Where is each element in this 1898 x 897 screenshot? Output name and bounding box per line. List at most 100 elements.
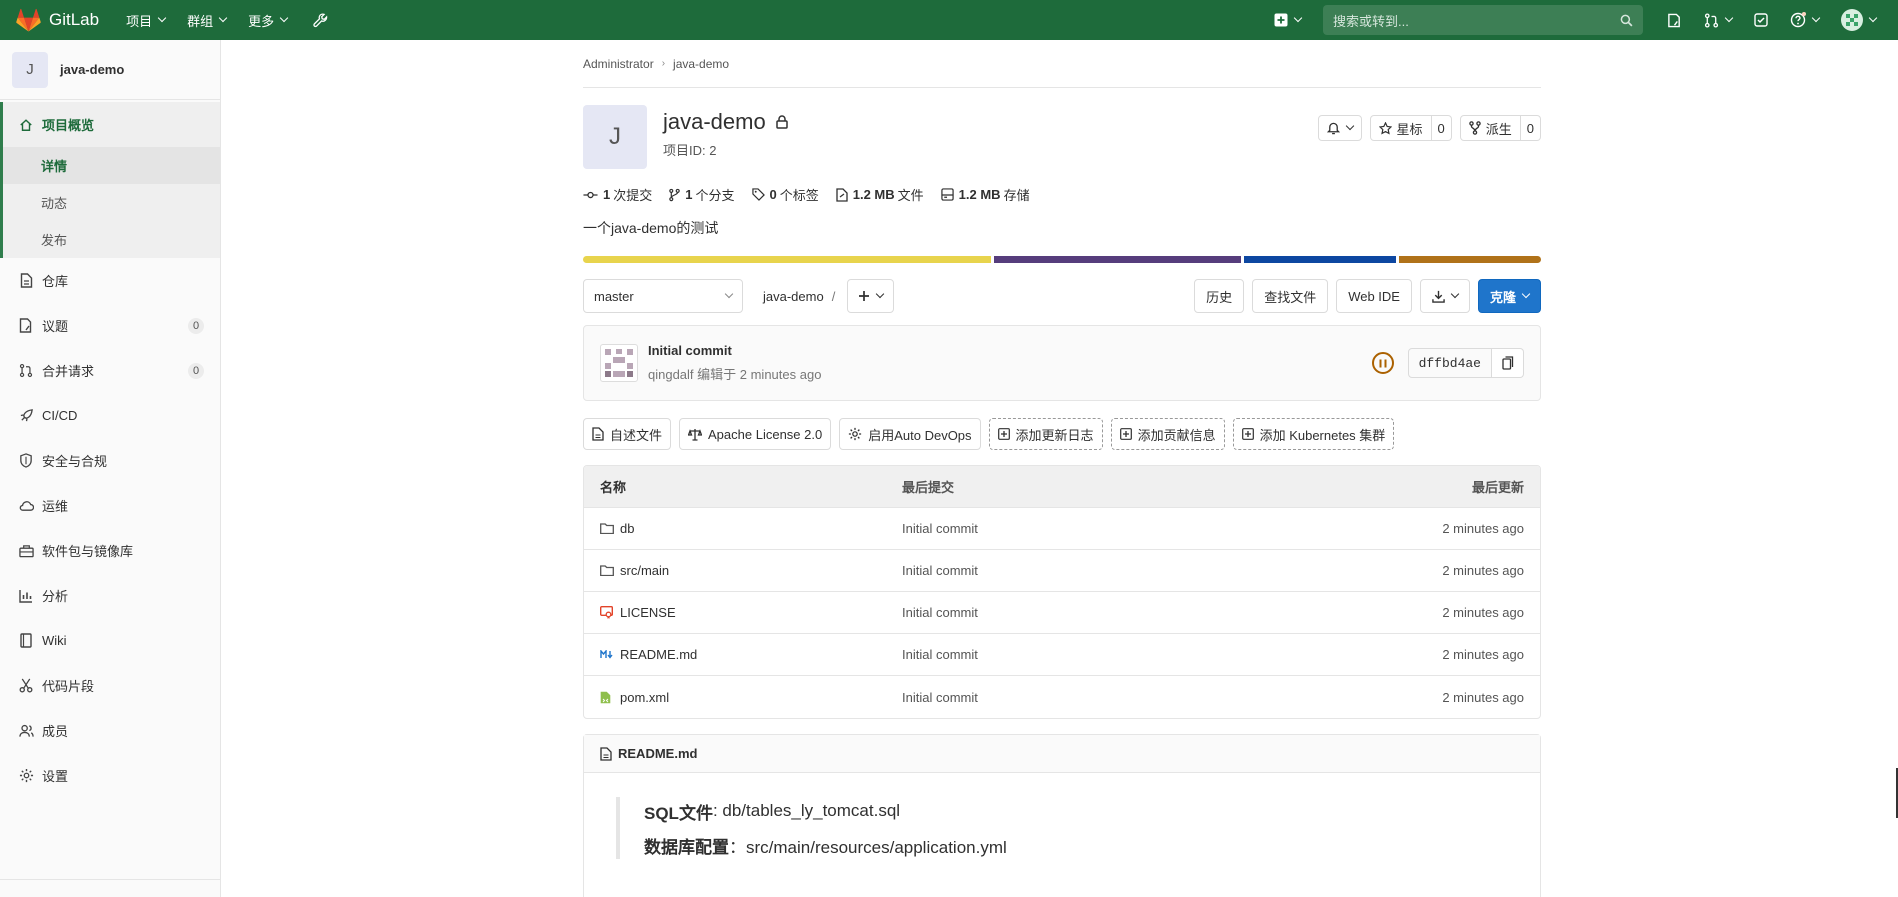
commit-author-avatar[interactable] (600, 344, 638, 382)
license-button[interactable]: Apache License 2.0 (679, 418, 832, 450)
add-contributing-button[interactable]: 添加贡献信息 (1110, 418, 1225, 450)
home-icon (18, 117, 34, 133)
sidebar-project-link[interactable]: J java-demo (0, 40, 220, 100)
file-name[interactable]: LICENSE (620, 605, 676, 620)
groups-menu-label: 群组 (187, 13, 214, 29)
admin-area-link[interactable] (313, 12, 328, 28)
stat-storage[interactable]: 1.2 MB 存储 (940, 185, 1030, 204)
web-ide-button[interactable]: Web IDE (1336, 279, 1412, 313)
readme-button[interactable]: 自述文件 (583, 418, 672, 450)
sidebar-item-operations[interactable]: 运维 (0, 483, 220, 528)
stat-files[interactable]: 1.2 MB 文件 (836, 185, 924, 204)
folder-icon (600, 523, 614, 534)
groups-menu[interactable]: 群组 (187, 11, 228, 30)
gitlab-logo-link[interactable]: GitLab (16, 8, 99, 32)
merge-requests-dropdown[interactable] (1704, 12, 1734, 28)
brand-name: GitLab (49, 10, 100, 29)
language-bar-segment[interactable] (1243, 256, 1396, 263)
stat-commits[interactable]: 1 次提交 (583, 185, 652, 204)
projects-menu[interactable]: 项目 (126, 11, 167, 30)
language-bar-segment[interactable] (1398, 256, 1541, 263)
file-last-commit[interactable]: Initial commit (902, 563, 1340, 578)
add-kubernetes-cluster-button[interactable]: 添加 Kubernetes 集群 (1232, 418, 1395, 450)
sidebar-item-merge-requests[interactable]: 合并请求 0 (0, 348, 220, 393)
stat-branches[interactable]: 1 个分支 (669, 185, 735, 204)
file-name[interactable]: README.md (620, 647, 697, 662)
breadcrumb-item-project[interactable]: java-demo (673, 57, 729, 71)
plus-square-icon (1119, 428, 1132, 440)
file-last-commit[interactable]: Initial commit (902, 521, 1340, 536)
sidebar-item-security[interactable]: 安全与合规 (0, 438, 220, 483)
todos-link[interactable] (1754, 13, 1768, 27)
breadcrumb-item-owner[interactable]: Administrator (583, 57, 654, 71)
more-menu[interactable]: 更多 (248, 11, 289, 30)
repository-language-bar[interactable] (583, 256, 1541, 263)
download-dropdown[interactable] (1419, 279, 1470, 313)
fork-count[interactable]: 0 (1520, 115, 1541, 141)
fork-button[interactable]: 派生 (1459, 115, 1521, 141)
commit-sha[interactable]: dffbd4ae (1407, 348, 1492, 378)
language-bar-segment[interactable] (994, 256, 1241, 263)
sidebar-item-cicd[interactable]: CI/CD (0, 393, 220, 438)
table-row[interactable]: LICENSE Initial commit 2 minutes ago (584, 592, 1540, 634)
project-stats: 1 次提交 1 个分支 0 个标签 1.2 MB 文件 1.2 MB 存储 (583, 185, 1541, 204)
readme-panel: README.md SQL文件: db/tables_ly_tomcat.sql… (583, 734, 1541, 897)
sidebar-item-packages[interactable]: 软件包与镜像库 (0, 528, 220, 573)
table-row[interactable]: pom.xml Initial commit 2 minutes ago (584, 676, 1540, 718)
pipeline-paused-icon[interactable] (1371, 352, 1394, 374)
file-name[interactable]: pom.xml (620, 690, 669, 705)
readme-filename[interactable]: README.md (618, 746, 697, 761)
auto-devops-button[interactable]: 启用Auto DevOps (839, 418, 981, 450)
stat-tags[interactable]: 0 个标签 (751, 185, 819, 204)
file-last-commit[interactable]: Initial commit (902, 605, 1340, 620)
notification-dropdown[interactable] (1317, 115, 1362, 141)
file-last-commit[interactable]: Initial commit (902, 647, 1340, 662)
star-count[interactable]: 0 (1431, 115, 1452, 141)
sidebar-item-repository[interactable]: 仓库 (0, 258, 220, 303)
file-last-commit[interactable]: Initial commit (902, 690, 1340, 705)
sidebar-subitem-details[interactable]: 详情 (3, 147, 220, 184)
table-row[interactable]: README.md Initial commit 2 minutes ago (584, 634, 1540, 676)
history-button[interactable]: 历史 (1194, 279, 1245, 313)
table-row[interactable]: db Initial commit 2 minutes ago (584, 508, 1540, 550)
sidebar-item-label: 合并请求 (42, 364, 95, 379)
language-bar-segment[interactable] (583, 256, 992, 263)
sidebar-section-overview: 项目概览 详情 动态 发布 (0, 102, 220, 258)
readme-line-value: ：src/main/resources/application.yml (729, 837, 1007, 857)
sidebar-item-label: 软件包与镜像库 (42, 544, 134, 559)
user-menu[interactable] (1841, 9, 1878, 31)
table-header: 名称 最后提交 最后更新 (584, 466, 1540, 508)
file-name[interactable]: db (620, 521, 634, 536)
branch-selector[interactable]: master (583, 279, 743, 313)
sidebar-item-snippets[interactable]: 代码片段 (0, 663, 220, 708)
sidebar-subitem-activity[interactable]: 动态 (3, 184, 220, 221)
sidebar-item-settings[interactable]: 设置 (0, 753, 220, 798)
sidebar-collapse-toggle[interactable] (0, 879, 220, 897)
sidebar-item-issues[interactable]: 议题 0 (0, 303, 220, 348)
file-name[interactable]: src/main (620, 563, 669, 578)
project-description: 一个java-demo的测试 (583, 220, 719, 236)
copy-sha-button[interactable] (1492, 348, 1524, 378)
help-dropdown[interactable] (1790, 12, 1821, 28)
sidebar-item-label: 代码片段 (42, 679, 95, 694)
add-changelog-button[interactable]: 添加更新日志 (988, 418, 1103, 450)
repo-path-root[interactable]: java-demo (763, 289, 824, 304)
commit-title[interactable]: Initial commit (648, 343, 821, 358)
star-button[interactable]: 星标 (1369, 115, 1432, 141)
sidebar-item-analytics[interactable]: 分析 (0, 573, 220, 618)
user-avatar (1841, 9, 1863, 31)
clone-dropdown[interactable]: 克隆 (1477, 279, 1541, 313)
readme-line-key: 数据库配置 (644, 837, 729, 857)
sidebar-subitem-releases[interactable]: 发布 (3, 221, 220, 258)
table-row[interactable]: src/main Initial commit 2 minutes ago (584, 550, 1540, 592)
plus-square-icon (997, 428, 1010, 440)
find-file-button[interactable]: 查找文件 (1252, 279, 1329, 313)
add-to-tree-dropdown[interactable] (847, 279, 895, 313)
identicon-icon (1846, 14, 1858, 26)
global-search-input[interactable]: 搜索或转到... (1323, 5, 1643, 35)
issues-link[interactable] (1667, 13, 1682, 28)
sidebar-item-members[interactable]: 成员 (0, 708, 220, 753)
sidebar-item-wiki[interactable]: Wiki (0, 618, 220, 663)
sidebar-item-overview[interactable]: 项目概览 (3, 102, 220, 147)
new-dropdown[interactable] (1274, 13, 1303, 27)
